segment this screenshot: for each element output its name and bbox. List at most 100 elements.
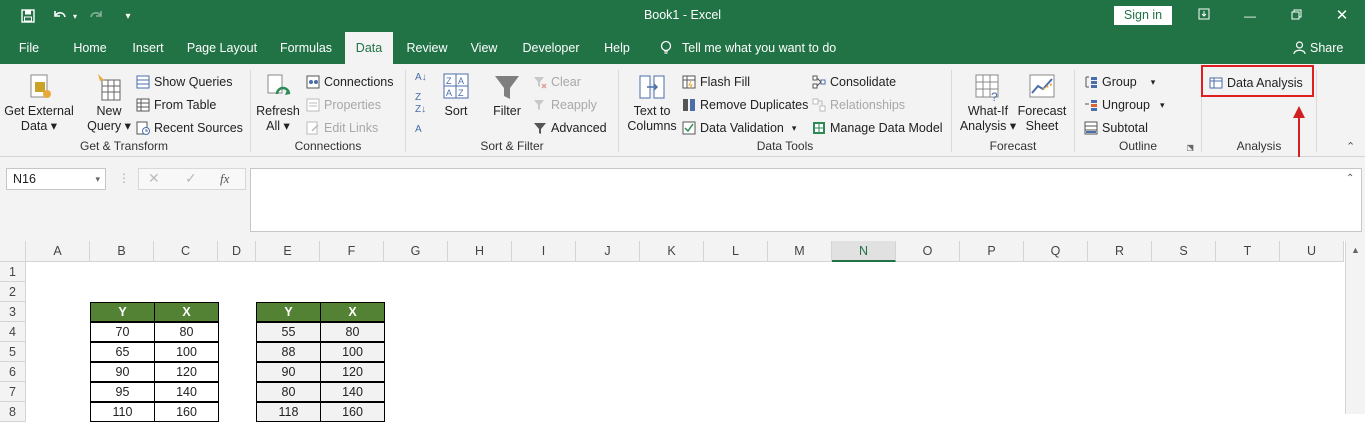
undo-dropdown-icon[interactable]: ▾ [70,6,80,26]
row-header-6[interactable]: 6 [0,362,26,382]
name-box[interactable]: N16 ▾ [6,168,106,190]
enter-icon[interactable]: ✓ [185,170,197,187]
column-header-r[interactable]: R [1088,241,1152,262]
row-header-8[interactable]: 8 [0,402,26,422]
vertical-scrollbar[interactable]: ▲ [1345,241,1365,414]
column-header-d[interactable]: D [218,241,256,262]
select-all-corner[interactable] [0,241,26,262]
expand-formula-bar-icon[interactable]: ⌃ [1346,173,1354,184]
row-header-7[interactable]: 7 [0,382,26,402]
refresh-all-button[interactable]: Refresh All ▾ [254,72,302,134]
table-cell[interactable]: 90 [90,362,155,382]
table-cell[interactable]: 70 [90,322,155,342]
table-cell[interactable]: 118 [256,402,321,422]
show-queries-button[interactable]: Show Queries [136,72,233,92]
tab-developer[interactable]: Developer [516,32,586,64]
column-header-c[interactable]: C [154,241,218,262]
column-header-f[interactable]: F [320,241,384,262]
table-cell[interactable]: 80 [256,382,321,402]
collapse-ribbon-icon[interactable]: ⌃ [1346,140,1355,153]
column-header-q[interactable]: Q [1024,241,1088,262]
formula-input[interactable] [250,168,1362,232]
table-header-cell[interactable]: X [154,302,219,322]
row-header-4[interactable]: 4 [0,322,26,342]
table-cell[interactable]: 80 [154,322,219,342]
table-cell[interactable]: 120 [154,362,219,382]
reapply-button[interactable]: Reapply [533,95,597,115]
table-cell[interactable]: 160 [320,402,385,422]
from-table-button[interactable]: From Table [136,95,216,115]
table-cell[interactable]: 80 [320,322,385,342]
dialog-launcher-icon[interactable]: ⬔ [1186,143,1194,152]
tab-file[interactable]: File [8,32,50,64]
column-header-m[interactable]: M [768,241,832,262]
table-header-cell[interactable]: Y [256,302,321,322]
flash-fill-button[interactable]: Flash Fill [682,72,750,92]
row-header-2[interactable]: 2 [0,282,26,302]
column-header-s[interactable]: S [1152,241,1216,262]
redo-icon[interactable] [86,6,106,26]
tab-data[interactable]: Data [345,32,393,64]
column-header-n[interactable]: N [832,241,896,262]
ribbon-display-icon[interactable] [1192,6,1216,26]
table-cell[interactable]: 100 [320,342,385,362]
consolidate-button[interactable]: Consolidate [812,72,896,92]
forecast-sheet-button[interactable]: Forecast Sheet [1017,72,1067,134]
column-header-o[interactable]: O [896,241,960,262]
table-cell[interactable]: 140 [154,382,219,402]
filter-button[interactable]: Filter [487,72,527,119]
data-validation-button[interactable]: Data Validation ▾ [682,118,796,138]
table-cell[interactable]: 100 [154,342,219,362]
connections-button[interactable]: Connections [306,72,394,92]
recent-sources-button[interactable]: Recent Sources [136,118,243,138]
column-header-b[interactable]: B [90,241,154,262]
get-external-data-button[interactable]: Get External Data ▾ [4,72,74,134]
table-cell[interactable]: 95 [90,382,155,402]
column-header-l[interactable]: L [704,241,768,262]
new-query-button[interactable]: New Query ▾ [84,72,134,134]
remove-duplicates-button[interactable]: Remove Duplicates [682,95,808,115]
tab-home[interactable]: Home [64,32,116,64]
undo-icon[interactable] [50,6,70,26]
column-header-k[interactable]: K [640,241,704,262]
column-header-g[interactable]: G [384,241,448,262]
group-button[interactable]: Group ▾ [1084,72,1155,92]
tab-help[interactable]: Help [597,32,637,64]
relationships-button[interactable]: Relationships [812,95,905,115]
share-button[interactable]: Share [1310,32,1346,64]
restore-icon[interactable] [1284,6,1308,26]
tab-formulas[interactable]: Formulas [273,32,339,64]
advanced-button[interactable]: Advanced [533,118,607,138]
subtotal-button[interactable]: Subtotal [1084,118,1148,138]
scroll-up-icon[interactable]: ▲ [1346,245,1365,255]
ungroup-button[interactable]: Ungroup ▾ [1084,95,1164,115]
cancel-icon[interactable]: ✕ [148,170,160,187]
column-header-t[interactable]: T [1216,241,1280,262]
table-cell[interactable]: 65 [90,342,155,362]
column-header-p[interactable]: P [960,241,1024,262]
column-header-a[interactable]: A [26,241,90,262]
table-cell[interactable]: 110 [90,402,155,422]
tab-page-layout[interactable]: Page Layout [181,32,263,64]
properties-button[interactable]: Properties [306,95,381,115]
clear-button[interactable]: Clear [533,72,581,92]
table-header-cell[interactable]: Y [90,302,155,322]
close-icon[interactable]: ✕ [1330,6,1354,26]
customize-qat-icon[interactable]: ▾ [118,6,138,26]
edit-links-button[interactable]: Edit Links [306,118,378,138]
manage-data-model-button[interactable]: Manage Data Model [812,118,943,138]
table-header-cell[interactable]: X [320,302,385,322]
column-header-i[interactable]: I [512,241,576,262]
table-cell[interactable]: 140 [320,382,385,402]
column-header-u[interactable]: U [1280,241,1344,262]
sort-za-button[interactable]: Z↓ A [415,104,426,135]
minimize-icon[interactable]: — [1238,6,1262,26]
tab-review[interactable]: Review [400,32,454,64]
insert-function-icon[interactable]: fx [220,171,229,187]
table-cell[interactable]: 160 [154,402,219,422]
save-icon[interactable] [18,6,38,26]
row-header-1[interactable]: 1 [0,262,26,282]
tell-me-search[interactable]: Tell me what you want to do [682,32,842,64]
what-if-analysis-button[interactable]: ? What-If Analysis ▾ [957,72,1019,134]
column-header-j[interactable]: J [576,241,640,262]
